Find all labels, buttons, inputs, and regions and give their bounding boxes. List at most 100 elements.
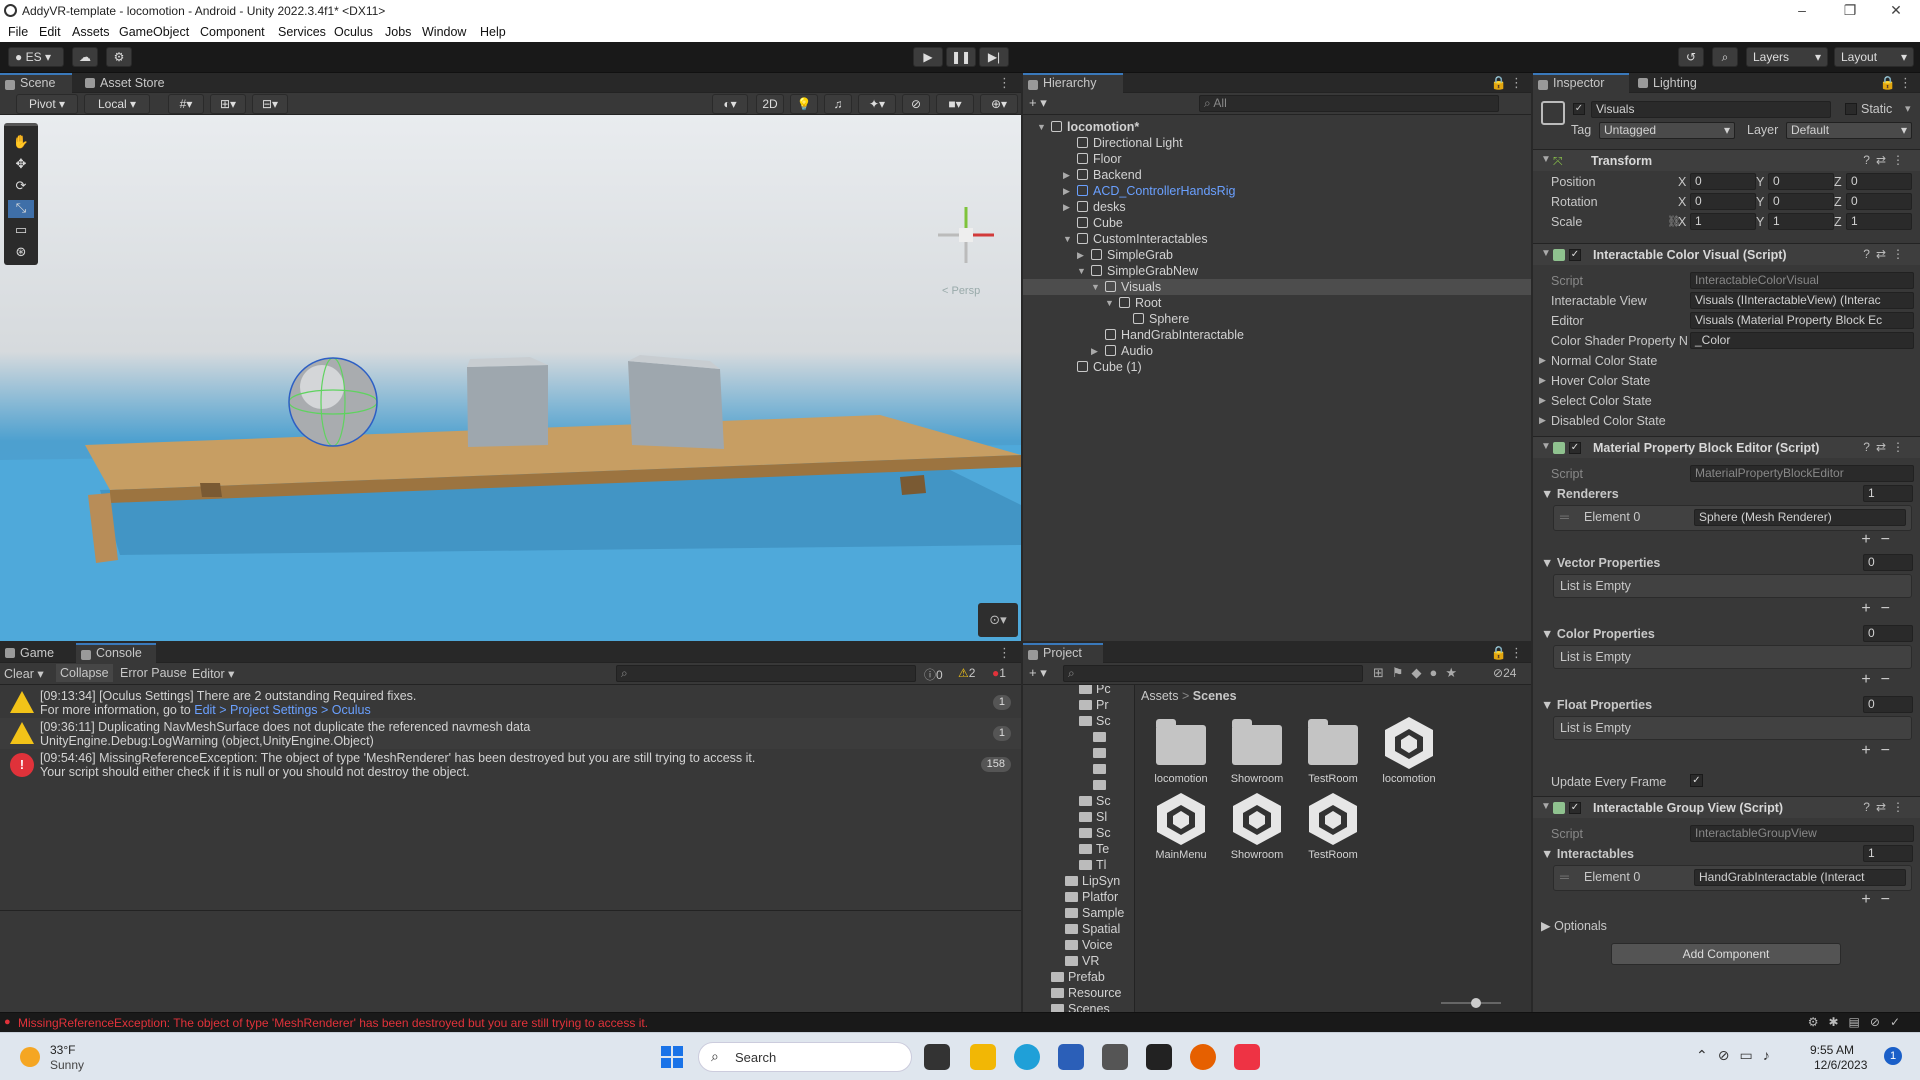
- info-filter[interactable]: ⓘ0: [924, 666, 943, 683]
- snipping-tool-icon[interactable]: [1234, 1044, 1260, 1070]
- clock-time[interactable]: 9:55 AM: [1810, 1043, 1854, 1057]
- gizmos-icon[interactable]: ⊕▾: [980, 94, 1018, 114]
- hierarchy-menu-icon[interactable]: ⋮: [1510, 75, 1523, 91]
- project-folder[interactable]: Platfor: [1065, 889, 1118, 905]
- icv-header[interactable]: ▼ ✓ Interactable Color Visual (Script) ?…: [1533, 243, 1920, 265]
- toggle-2d-button[interactable]: 2D: [756, 94, 784, 114]
- component-actions-icon[interactable]: ?⇄⋮: [1863, 153, 1910, 167]
- tray-icons[interactable]: ⌃⊘▭♪: [1696, 1047, 1780, 1064]
- local-dropdown[interactable]: Local ▾: [84, 94, 150, 114]
- active-checkbox[interactable]: ✓: [1573, 103, 1585, 115]
- windows-start-icon[interactable]: [661, 1046, 683, 1068]
- notification-badge[interactable]: 1: [1884, 1047, 1902, 1065]
- project-menu-icon[interactable]: ⋮: [1510, 645, 1523, 661]
- hierarchy-item[interactable]: ▼ Visuals: [1023, 279, 1531, 295]
- step-button[interactable]: ▶|: [979, 47, 1009, 67]
- collapse-arrow-icon[interactable]: ▶: [1063, 167, 1070, 183]
- drag-handle-icon[interactable]: ═: [1560, 870, 1569, 884]
- collab-icon[interactable]: ⚙: [106, 47, 132, 67]
- pivot-dropdown[interactable]: Pivot ▾: [16, 94, 78, 114]
- menu-gameobject[interactable]: GameObject: [119, 25, 189, 39]
- project-folder[interactable]: Voice: [1065, 937, 1113, 953]
- component-actions-icon[interactable]: ?⇄⋮: [1863, 247, 1910, 261]
- hierarchy-item[interactable]: ▼ Root: [1023, 295, 1531, 311]
- persp-label[interactable]: < Persp: [942, 285, 980, 297]
- axis-y-label[interactable]: Y: [1756, 195, 1764, 209]
- expand-arrow-icon[interactable]: ▼: [1037, 119, 1046, 135]
- renderers-label[interactable]: ▼ Renderers: [1541, 487, 1619, 501]
- igv-enabled-checkbox[interactable]: ✓: [1569, 802, 1581, 814]
- tab-game[interactable]: Game: [0, 643, 72, 663]
- menu-help[interactable]: Help: [480, 25, 506, 39]
- console-search-input[interactable]: ⌕: [616, 665, 916, 682]
- menu-assets[interactable]: Assets: [72, 25, 110, 39]
- project-folder[interactable]: Te: [1079, 841, 1109, 857]
- icv-view-field[interactable]: Visuals (IInteractableView) (Interac: [1690, 292, 1914, 309]
- color-properties-label[interactable]: ▼ Color Properties: [1541, 627, 1655, 641]
- project-folder[interactable]: Sc: [1079, 713, 1111, 729]
- axis-z-label[interactable]: Z: [1834, 175, 1842, 189]
- asset-item[interactable]: Showroom: [1219, 789, 1295, 863]
- clear-button[interactable]: Clear ▾: [4, 666, 44, 681]
- transform-position-x[interactable]: 0: [1690, 173, 1756, 190]
- hierarchy-item[interactable]: ▼ SimpleGrabNew: [1023, 263, 1531, 279]
- project-search-input[interactable]: ⌕: [1063, 665, 1363, 682]
- console-menu-icon[interactable]: ⋮: [998, 645, 1011, 661]
- console-entry[interactable]: [09:13:34] [Oculus Settings] There are 2…: [0, 687, 1021, 718]
- color-state-foldout[interactable]: Select Color State: [1551, 394, 1652, 408]
- update-every-frame-checkbox[interactable]: ✓: [1690, 774, 1703, 787]
- maximize-button[interactable]: ❐: [1830, 2, 1870, 19]
- layers-dropdown[interactable]: Layers ▾: [1746, 47, 1828, 67]
- renderers-element-field[interactable]: Sphere (Mesh Renderer): [1694, 509, 1906, 526]
- clock-date[interactable]: 12/6/2023: [1814, 1058, 1867, 1072]
- inspector-menu-icon[interactable]: ⋮: [1899, 75, 1912, 91]
- zoom-slider-thumb[interactable]: [1471, 998, 1481, 1008]
- project-folder[interactable]: Prefab: [1051, 969, 1105, 985]
- transform-rotation-y[interactable]: 0: [1768, 193, 1834, 210]
- pause-button[interactable]: ❚❚: [946, 47, 976, 67]
- hierarchy-item[interactable]: Cube (1): [1023, 359, 1531, 375]
- mpbe-enabled-checkbox[interactable]: ✓: [1569, 442, 1581, 454]
- firefox-icon[interactable]: [1190, 1044, 1216, 1070]
- component-actions-icon[interactable]: ?⇄⋮: [1863, 800, 1910, 814]
- float-count[interactable]: 0: [1863, 696, 1913, 713]
- float-add-remove[interactable]: +−: [1861, 742, 1900, 760]
- asset-item[interactable]: TestRoom: [1295, 713, 1371, 787]
- transform-scale-x[interactable]: 1: [1690, 213, 1756, 230]
- asset-item[interactable]: TestRoom: [1295, 789, 1371, 863]
- close-window-button[interactable]: ✕: [1876, 2, 1916, 19]
- collapse-arrow-icon[interactable]: ▶: [1063, 199, 1070, 215]
- hierarchy-item[interactable]: ▶ ACD_ControllerHandsRig: [1023, 183, 1531, 199]
- menu-component[interactable]: Component: [200, 25, 265, 39]
- history-icon[interactable]: ↺: [1678, 47, 1704, 67]
- collapse-arrow-icon[interactable]: ▶: [1091, 343, 1098, 359]
- menu-edit[interactable]: Edit: [39, 25, 61, 39]
- console-entry[interactable]: [09:36:11] Duplicating NavMeshSurface do…: [0, 718, 1021, 749]
- hierarchy-item[interactable]: ▶ desks: [1023, 199, 1531, 215]
- project-folder[interactable]: Sc: [1079, 825, 1111, 841]
- axis-y-label[interactable]: Y: [1756, 175, 1764, 189]
- add-object-button[interactable]: + ▾: [1029, 95, 1047, 111]
- axis-y-label[interactable]: Y: [1756, 215, 1764, 229]
- camera-icon[interactable]: ■▾: [936, 94, 974, 114]
- expand-arrow-icon[interactable]: ▼: [1105, 295, 1114, 311]
- expand-arrow-icon[interactable]: ▼: [1091, 279, 1100, 295]
- warning-filter[interactable]: ⚠2: [958, 666, 975, 680]
- static-dropdown-icon[interactable]: ▾: [1905, 102, 1911, 115]
- menu-oculus[interactable]: Oculus: [334, 25, 373, 39]
- hierarchy-item[interactable]: ▶ Backend: [1023, 167, 1531, 183]
- hierarchy-item[interactable]: ▶ SimpleGrab: [1023, 247, 1531, 263]
- status-message[interactable]: MissingReferenceException: The object of…: [18, 1016, 648, 1030]
- hierarchy-item[interactable]: Directional Light: [1023, 135, 1531, 151]
- vector-count[interactable]: 0: [1863, 554, 1913, 571]
- asset-item[interactable]: MainMenu: [1143, 789, 1219, 863]
- increment-snap-icon[interactable]: ⊟▾: [252, 94, 288, 114]
- transform-rotation-z[interactable]: 0: [1846, 193, 1912, 210]
- hierarchy-item[interactable]: HandGrabInteractable: [1023, 327, 1531, 343]
- icv-editor-field[interactable]: Visuals (Material Property Block Ec: [1690, 312, 1914, 329]
- task-view-icon[interactable]: [924, 1044, 950, 1070]
- collapse-toggle[interactable]: Collapse: [56, 664, 113, 682]
- add-component-button[interactable]: Add Component: [1611, 943, 1841, 965]
- create-asset-button[interactable]: + ▾: [1029, 665, 1047, 681]
- interactables-count[interactable]: 1: [1863, 845, 1913, 862]
